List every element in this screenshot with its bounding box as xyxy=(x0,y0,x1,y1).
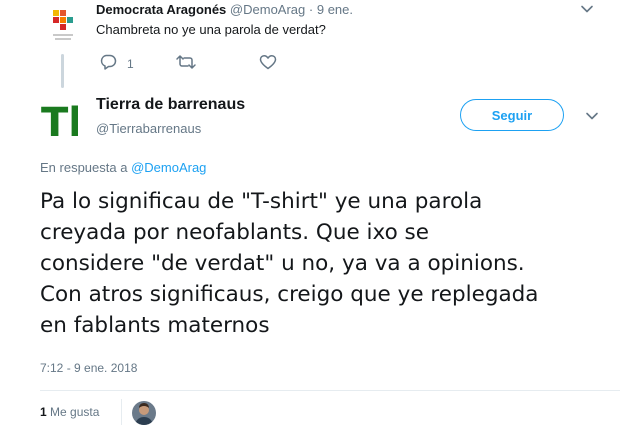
tweet-timestamp[interactable]: 7:12 - 9 ene. 2018 xyxy=(40,361,137,375)
parent-dot: · xyxy=(308,2,314,17)
like-button[interactable] xyxy=(259,54,277,73)
parent-chevron-down-icon[interactable] xyxy=(580,2,594,16)
parent-author-handle[interactable]: @DemoArag xyxy=(230,2,305,17)
author-handle[interactable]: @Tierrabarrenaus xyxy=(96,121,201,136)
heart-icon xyxy=(259,54,277,73)
tweet-text-line: Con atros significaus, creigo que ye rep… xyxy=(40,282,539,307)
tweet-text-line: creyada por neofablants. Que ixo se xyxy=(40,220,429,245)
tweet-text-line: Pa lo significau de "T-shirt" ye una par… xyxy=(40,189,483,214)
author-name[interactable]: Tierra de barrenaus xyxy=(96,96,245,114)
reply-context: En respuesta a @DemoArag xyxy=(40,160,206,175)
retweet-button[interactable] xyxy=(175,54,197,73)
tweet-text-line: considere "de verdat" u no, ya va a opin… xyxy=(40,251,525,276)
liker-avatar[interactable] xyxy=(132,401,156,425)
tweet-chevron-down-icon[interactable] xyxy=(585,109,599,123)
reply-prefix: En respuesta a xyxy=(40,160,128,175)
reply-icon xyxy=(99,54,117,73)
thread-line xyxy=(61,54,64,88)
parent-author-name[interactable]: Democrata Aragonés xyxy=(96,2,226,17)
divider xyxy=(40,390,620,391)
reply-mention-link[interactable]: @DemoArag xyxy=(131,160,206,175)
likes-stat[interactable]: 1 Me gusta xyxy=(40,405,99,419)
follow-button[interactable]: Seguir xyxy=(460,99,564,131)
tweet-text: Pa lo significau de "T-shirt" ye una par… xyxy=(40,186,620,341)
parent-tweet-text: Chambreta no ye una parola de verdat? xyxy=(96,22,326,37)
like-count: 1 xyxy=(40,405,47,419)
reply-button[interactable]: 1 xyxy=(99,54,134,73)
avatar-letters: Tb xyxy=(41,100,78,142)
author-avatar-logo-icon[interactable]: Tb xyxy=(40,98,97,146)
stats-separator xyxy=(121,399,122,425)
like-label: Me gusta xyxy=(50,405,100,419)
parent-date[interactable]: 9 ene. xyxy=(317,2,353,17)
reply-count: 1 xyxy=(127,56,134,71)
parent-avatar-logo-icon[interactable] xyxy=(48,8,78,48)
parent-tweet-header: Democrata Aragonés @DemoArag · 9 ene. xyxy=(96,2,353,17)
retweet-icon xyxy=(175,54,197,73)
tweet-text-line: en fablants maternos xyxy=(40,313,270,338)
